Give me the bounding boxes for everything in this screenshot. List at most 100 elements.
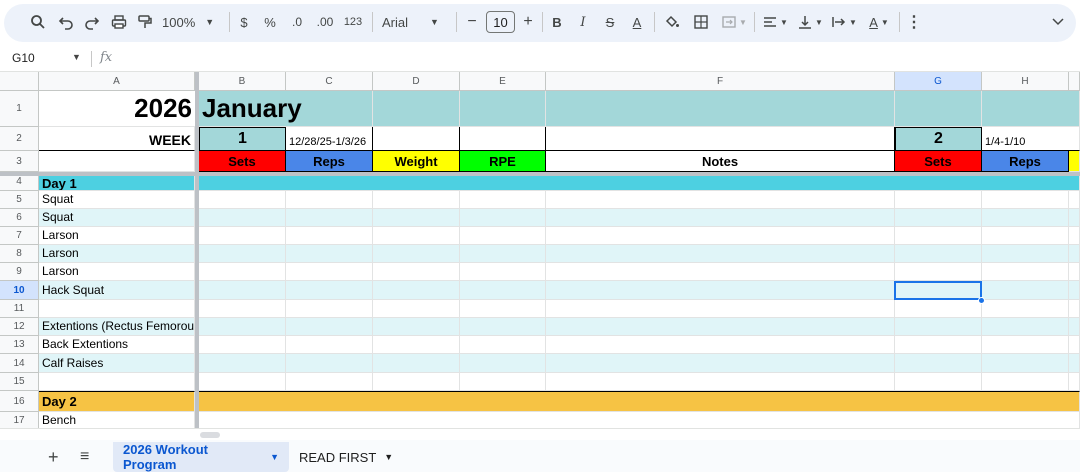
cell-a1-year[interactable]: 2026 bbox=[39, 91, 195, 127]
data-row[interactable] bbox=[199, 263, 1080, 281]
day-2-band[interactable] bbox=[199, 391, 1080, 412]
row-header[interactable]: 7 bbox=[0, 227, 39, 245]
day-1-band[interactable] bbox=[199, 176, 1080, 191]
percent-format-button[interactable]: % bbox=[262, 9, 278, 35]
select-all-corner[interactable] bbox=[0, 72, 39, 91]
row-header[interactable]: 9 bbox=[0, 263, 39, 281]
cell-e3-rpe-header[interactable]: RPE bbox=[460, 151, 546, 172]
merge-cells-button[interactable]: ▼ bbox=[718, 9, 750, 35]
horizontal-scrollbar[interactable] bbox=[0, 428, 1080, 440]
cell-b2-week-number[interactable]: 1 bbox=[199, 127, 286, 151]
collapse-menus-button[interactable] bbox=[1048, 9, 1068, 35]
all-sheets-button[interactable]: ≡ bbox=[70, 442, 99, 472]
column-header-f[interactable]: F bbox=[546, 72, 895, 91]
column-header-g[interactable]: G bbox=[895, 72, 982, 91]
frozen-column-divider[interactable] bbox=[195, 72, 199, 428]
row-header[interactable]: 1 bbox=[0, 91, 39, 127]
cell-d3-weight-header[interactable]: Weight bbox=[373, 151, 460, 172]
data-row[interactable] bbox=[199, 373, 1080, 391]
redo-button[interactable] bbox=[81, 9, 103, 35]
cell[interactable] bbox=[373, 91, 460, 127]
cell-a2-week-label[interactable]: WEEK bbox=[39, 127, 195, 151]
data-row[interactable] bbox=[199, 191, 1080, 209]
cell-h3-reps-header[interactable]: Reps bbox=[982, 151, 1069, 172]
cell[interactable] bbox=[373, 127, 460, 151]
zoom-select[interactable]: 100% ▼ bbox=[162, 9, 220, 35]
frozen-row-divider[interactable] bbox=[0, 172, 1080, 176]
fill-color-button[interactable] bbox=[662, 9, 682, 35]
sheet-tab-2026-workout-program[interactable]: 2026 Workout Program ▼ bbox=[113, 442, 289, 472]
add-sheet-button[interactable]: + bbox=[38, 442, 69, 472]
text-wrapping-button[interactable]: ▼ bbox=[829, 9, 859, 35]
cell[interactable] bbox=[460, 91, 546, 127]
vertical-align-button[interactable]: ▼ bbox=[796, 9, 824, 35]
cell-f3-notes-header[interactable]: Notes bbox=[546, 151, 895, 172]
font-size-input[interactable]: 10 bbox=[486, 11, 515, 33]
print-button[interactable] bbox=[108, 9, 130, 35]
cell-a12[interactable]: Extentions (Rectus Femorous) bbox=[39, 318, 195, 336]
scrollbar-thumb[interactable] bbox=[200, 432, 220, 438]
column-header-c[interactable]: C bbox=[286, 72, 373, 91]
data-row[interactable] bbox=[199, 227, 1080, 245]
cell-a5[interactable]: Squat bbox=[39, 191, 195, 209]
column-header-d[interactable]: D bbox=[373, 72, 460, 91]
cell-h2-date-range[interactable]: 1/4-1/10 bbox=[982, 127, 1080, 151]
more-options-button[interactable]: ⋮ bbox=[906, 9, 922, 35]
strikethrough-button[interactable]: S bbox=[602, 9, 618, 35]
column-header-h[interactable]: H bbox=[982, 72, 1069, 91]
data-row[interactable] bbox=[199, 209, 1080, 227]
cell-a7[interactable]: Larson bbox=[39, 227, 195, 245]
cell[interactable] bbox=[546, 127, 895, 151]
increase-decimal-button[interactable]: .00 bbox=[312, 9, 338, 35]
name-box[interactable]: G10 bbox=[12, 51, 35, 65]
data-row[interactable] bbox=[199, 412, 1080, 428]
row-header[interactable]: 13 bbox=[0, 336, 39, 354]
row-header[interactable]: 11 bbox=[0, 300, 39, 318]
decrease-font-size-button[interactable]: − bbox=[464, 9, 480, 35]
row-header[interactable]: 16 bbox=[0, 391, 39, 412]
cell[interactable] bbox=[460, 127, 546, 151]
currency-format-button[interactable]: $ bbox=[237, 9, 251, 35]
column-header-i[interactable] bbox=[1069, 72, 1080, 91]
italic-button[interactable]: I bbox=[575, 9, 591, 35]
bold-button[interactable]: B bbox=[549, 9, 565, 35]
cell-a11[interactable] bbox=[39, 300, 195, 318]
cell-a8[interactable]: Larson bbox=[39, 245, 195, 263]
row-header[interactable]: 17 bbox=[0, 412, 39, 428]
row-header[interactable]: 3 bbox=[0, 151, 39, 172]
cell-b1-month[interactable]: January bbox=[199, 91, 373, 127]
cell-a4-day-1[interactable]: Day 1 bbox=[39, 176, 195, 191]
cell-c3-reps-header[interactable]: Reps bbox=[286, 151, 373, 172]
sheet-tab-read-first[interactable]: READ FIRST ▼ bbox=[289, 442, 403, 472]
paint-format-button[interactable] bbox=[134, 9, 156, 35]
cell[interactable] bbox=[39, 151, 195, 172]
cell[interactable] bbox=[895, 91, 982, 127]
cell[interactable] bbox=[1069, 151, 1080, 172]
cell-a15[interactable] bbox=[39, 373, 195, 391]
row-header[interactable]: 5 bbox=[0, 191, 39, 209]
undo-button[interactable] bbox=[55, 9, 77, 35]
row-header[interactable]: 14 bbox=[0, 354, 39, 373]
column-header-e[interactable]: E bbox=[460, 72, 546, 91]
search-menus-button[interactable] bbox=[27, 9, 49, 35]
column-header-a[interactable]: A bbox=[39, 72, 195, 91]
cell-a14[interactable]: Calf Raises bbox=[39, 354, 195, 373]
row-header[interactable]: 10 bbox=[0, 281, 39, 300]
cell-a17[interactable]: Bench bbox=[39, 412, 195, 428]
cell-a10[interactable]: Hack Squat bbox=[39, 281, 195, 300]
text-rotation-button[interactable]: A ▼ bbox=[865, 9, 893, 35]
row-header[interactable]: 12 bbox=[0, 318, 39, 336]
row-header[interactable]: 6 bbox=[0, 209, 39, 227]
font-family-select[interactable]: Arial ▼ bbox=[382, 9, 450, 35]
decrease-decimal-button[interactable]: .0 bbox=[286, 9, 308, 35]
row-header[interactable]: 8 bbox=[0, 245, 39, 263]
cell[interactable] bbox=[546, 91, 895, 127]
data-row[interactable] bbox=[199, 318, 1080, 336]
cell-a6[interactable]: Squat bbox=[39, 209, 195, 227]
number-format-button[interactable]: 123 bbox=[342, 9, 364, 35]
horizontal-align-button[interactable]: ▼ bbox=[760, 9, 790, 35]
column-header-b[interactable]: B bbox=[199, 72, 286, 91]
cell-a9[interactable]: Larson bbox=[39, 263, 195, 281]
spreadsheet-grid[interactable]: A B C D E F G H 1 2 3 4 5 6 7 8 9 10 11 … bbox=[0, 72, 1080, 428]
cell-b3-sets-header[interactable]: Sets bbox=[199, 151, 286, 172]
